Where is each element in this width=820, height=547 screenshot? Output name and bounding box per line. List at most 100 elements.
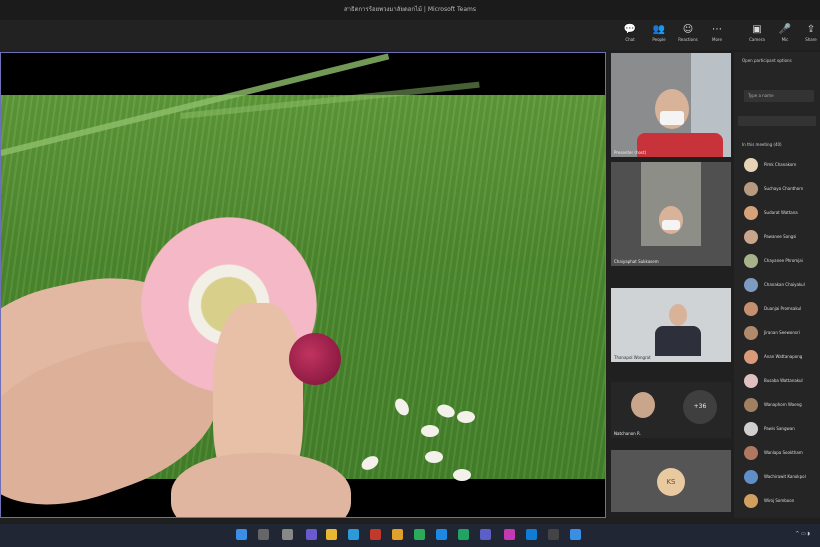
video-tile-avatar[interactable]: KS: [611, 450, 731, 512]
participant-name: Sudarat Wattana: [764, 210, 798, 215]
participant-row[interactable]: Suchaya Chanthorn: [744, 180, 820, 196]
share-label: Share: [805, 37, 817, 42]
globe-amaranth-flower: [289, 333, 341, 385]
app-icon[interactable]: [504, 529, 515, 540]
participant-name: Chayanee Phromjai: [764, 258, 803, 263]
tile-name: Presenter (host): [614, 150, 647, 155]
tile-name: Thanapol Wongrat: [614, 355, 651, 360]
participant-row[interactable]: Chanakan Chaiyakul: [744, 276, 820, 292]
windows-taskbar: ^ ▭ ◗: [0, 524, 820, 547]
system-tray[interactable]: ^ ▭ ◗: [795, 531, 810, 537]
participant-name: Pawanee Sangsi: [764, 234, 797, 239]
participant-search-input[interactable]: Type a name: [744, 90, 814, 102]
reactions-icon: ☺: [682, 24, 694, 35]
participant-avatar: [744, 422, 758, 436]
reactions-label: Reactions: [678, 37, 698, 42]
participant-avatar: [744, 206, 758, 220]
participant-row[interactable]: Wanlapa Sooktham: [744, 444, 820, 460]
participant-suit: [655, 326, 701, 356]
video-tile-presenter[interactable]: Presenter (host): [611, 53, 731, 157]
file-explorer-icon[interactable]: [326, 529, 337, 540]
participant-name: Chanakan Chaiyakul: [764, 282, 805, 287]
participant-avatar: [744, 374, 758, 388]
edge-icon[interactable]: [348, 529, 359, 540]
jasmine-bud: [457, 411, 475, 423]
participant-avatar: [744, 326, 758, 340]
app-icon[interactable]: [570, 529, 581, 540]
participant-row[interactable]: Duanjai Promsakul: [744, 300, 820, 316]
people-button[interactable]: 👥 People: [646, 23, 672, 47]
participant-avatar: [744, 494, 758, 508]
participant-avatar: [744, 182, 758, 196]
initials-avatar: KS: [657, 468, 685, 496]
mic-icon: 🎤: [778, 24, 792, 35]
participant-row[interactable]: Pawanee Sangsi: [744, 228, 820, 244]
app-icon[interactable]: [480, 529, 491, 540]
share-icon: ⇪: [806, 24, 816, 35]
panel-title[interactable]: Open participant options: [742, 58, 792, 63]
participant-name: Suchaya Chanthorn: [764, 186, 804, 191]
app-icon[interactable]: [370, 529, 381, 540]
teams-icon[interactable]: [306, 529, 317, 540]
app-icon[interactable]: [526, 529, 537, 540]
participant-avatar: [744, 254, 758, 268]
participant-avatar: [744, 302, 758, 316]
start-icon[interactable]: [236, 529, 247, 540]
participant-row[interactable]: Anan Wattanapong: [744, 348, 820, 364]
reactions-button[interactable]: ☺ Reactions: [675, 23, 701, 47]
participant-row[interactable]: Busaba Wattanakul: [744, 372, 820, 388]
search-icon[interactable]: [258, 529, 269, 540]
chat-button[interactable]: 💬 Chat: [617, 23, 643, 47]
people-label: People: [652, 37, 666, 42]
panel-toggle[interactable]: [738, 116, 816, 126]
shared-video-stage[interactable]: [0, 52, 606, 518]
right-hand: [171, 453, 351, 517]
mic-label: Mic: [781, 37, 789, 42]
participant-name: Wanlapa Sooktham: [764, 450, 803, 455]
tile-name: Chaiyaphat Sukkasem: [614, 259, 659, 264]
leaf-vein: [180, 81, 480, 119]
app-icon[interactable]: [548, 529, 559, 540]
task-view-icon[interactable]: [282, 529, 293, 540]
participant-name: Duanjai Promsakul: [764, 306, 802, 311]
participants-panel: Open participant options Type a name In …: [734, 52, 820, 518]
participant-row[interactable]: Wanaphorn Waeng: [744, 396, 820, 412]
more-button[interactable]: ⋯ More: [704, 23, 730, 47]
tile-name: Natchanon R.: [614, 431, 641, 436]
camera-button[interactable]: ▣ Camera: [744, 23, 770, 47]
participant-name: Pimk Chanakorn: [764, 162, 797, 167]
participant-avatar: [744, 278, 758, 292]
participant-name: Anan Wattanapong: [764, 354, 803, 359]
more-label: More: [712, 37, 722, 42]
jasmine-bud: [421, 425, 439, 437]
video-gallery: Presenter (host) Chaiyaphat Sukkasem Tha…: [608, 52, 732, 518]
jasmine-bud: [425, 451, 443, 463]
face-mask: [660, 111, 684, 125]
video-tile-2[interactable]: Chaiyaphat Sukkasem: [611, 162, 731, 266]
participant-row[interactable]: Wiroj Somboon: [744, 492, 820, 508]
meeting-section-header[interactable]: In this meeting (40): [742, 142, 782, 147]
participant-row[interactable]: Pimk Chanakorn: [744, 156, 820, 172]
video-tile-4[interactable]: Natchanon R. +36: [611, 382, 731, 438]
chrome-icon[interactable]: [392, 529, 403, 540]
app-icon[interactable]: [414, 529, 425, 540]
word-icon[interactable]: [436, 529, 447, 540]
participant-avatar: [744, 446, 758, 460]
more-participants-count[interactable]: +36: [683, 390, 717, 424]
camera-label: Camera: [749, 37, 765, 42]
participant-row[interactable]: Wachirawit Kanokpol: [744, 468, 820, 484]
excel-icon[interactable]: [458, 529, 469, 540]
window-title: สาธิตการร้อยพวงมาลัยดอกไม้ | Microsoft T…: [0, 0, 820, 20]
mic-button[interactable]: 🎤 Mic: [772, 23, 798, 47]
participant-row[interactable]: Chayanee Phromjai: [744, 252, 820, 268]
participant-face: [669, 304, 687, 326]
participant-row[interactable]: Pawis Sangwan: [744, 420, 820, 436]
participant-row[interactable]: Sudarat Wattana: [744, 204, 820, 220]
participant-row[interactable]: Jiranan Seewonsri: [744, 324, 820, 340]
participant-avatar: [744, 158, 758, 172]
participant-name: Wachirawit Kanokpol: [764, 474, 806, 479]
participant-name: Pawis Sangwan: [764, 426, 795, 431]
video-tile-3[interactable]: Thanapol Wongrat: [611, 288, 731, 362]
share-button[interactable]: ⇪ Share: [798, 23, 820, 47]
meeting-toolbar: 💬 Chat 👥 People ☺ Reactions ⋯ More ▣ Cam…: [0, 20, 820, 50]
